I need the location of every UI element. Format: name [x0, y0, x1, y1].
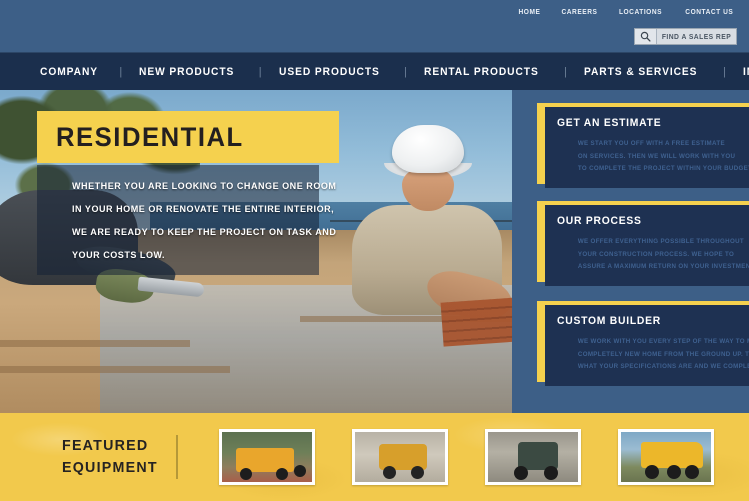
- search-icon[interactable]: [635, 29, 657, 44]
- hero-title-band: RESIDENTIAL: [37, 111, 339, 163]
- equipment-thumbnail-compact-wheel-loader[interactable]: [485, 429, 582, 485]
- brick-stack: [440, 297, 512, 347]
- nav-item-used-products[interactable]: USED PRODUCTS: [279, 66, 380, 78]
- sidebar-card-our-process[interactable]: OUR PROCESS WE OFFER EVERYTHING POSSIBLE…: [537, 201, 749, 286]
- find-sales-rep-button[interactable]: FIND A SALES REP: [661, 29, 732, 44]
- plank: [0, 340, 190, 347]
- nav-item-parts-and-services[interactable]: PARTS & SERVICES: [584, 66, 697, 78]
- top-utility-bar: HOME CAREERS LOCATIONS CONTACT US FIND A…: [0, 0, 749, 52]
- sidebar-card-custom-builder[interactable]: CUSTOM BUILDER WE WORK WITH YOU EVERY ST…: [537, 301, 749, 386]
- nav-separator: |: [119, 65, 123, 78]
- find-sales-rep-search[interactable]: FIND A SALES REP: [634, 28, 737, 45]
- utility-link-contact-us[interactable]: CONTACT US: [686, 7, 734, 16]
- compact-wheel-loader-photo: [488, 432, 579, 482]
- nav-separator: |: [403, 65, 407, 78]
- card-text-line: YOUR CONSTRUCTION PROCESS. WE HOPE TO: [577, 250, 735, 258]
- card-body: GET AN ESTIMATE WE START YOU OFF WITH A …: [545, 107, 749, 188]
- utility-nav: HOME CAREERS LOCATIONS CONTACT US: [517, 7, 737, 16]
- card-title: CUSTOM BUILDER: [557, 315, 661, 327]
- backhoe-loader-photo: [221, 432, 312, 482]
- sidebar: GET AN ESTIMATE WE START YOU OFF WITH A …: [512, 90, 749, 413]
- card-text-line: ON SERVICES. THEN WE WILL WORK WITH YOU: [577, 152, 736, 160]
- equipment-thumbnail-articulated-dump-truck[interactable]: [618, 429, 715, 485]
- worker-with-helmet: [330, 125, 512, 355]
- card-body: CUSTOM BUILDER WE WORK WITH YOU EVERY ST…: [545, 305, 749, 386]
- plank: [0, 366, 230, 373]
- card-body: OUR PROCESS WE OFFER EVERYTHING POSSIBLE…: [545, 205, 749, 286]
- equipment-thumbnail-skid-steer-loader[interactable]: [351, 429, 448, 485]
- sidebar-card-get-an-estimate[interactable]: GET AN ESTIMATE WE START YOU OFF WITH A …: [537, 103, 749, 188]
- card-text-line: WE WORK WITH YOU EVERY STEP OF THE WAY T…: [577, 338, 749, 345]
- card-text-line: COMPLETELY NEW HOME FROM THE GROUND UP. …: [577, 350, 749, 358]
- main-navigation: COMPANY | NEW PRODUCTS | USED PRODUCTS |…: [0, 52, 749, 90]
- hero-description: WHETHER YOU ARE LOOKING TO CHANGE ONE RO…: [72, 175, 337, 267]
- page-title: RESIDENTIAL: [56, 121, 244, 152]
- equipment-thumbnail-backhoe-loader[interactable]: [218, 429, 315, 485]
- articulated-dump-truck-photo: [621, 432, 712, 482]
- featured-heading-line2: EQUIPMENT: [62, 459, 158, 476]
- page-root: HOME CAREERS LOCATIONS CONTACT US FIND A…: [0, 0, 749, 501]
- nav-separator: |: [722, 65, 726, 78]
- content-area: RESIDENTIAL WHETHER YOU ARE LOOKING TO C…: [0, 90, 749, 413]
- nav-item-industries[interactable]: INDUSTRIES: [743, 66, 749, 78]
- card-text-line: WHAT YOUR SPECIFICATIONS ARE AND WE COMP…: [577, 363, 749, 370]
- white-hard-hat: [392, 125, 464, 173]
- card-text-line: WE OFFER EVERYTHING POSSIBLE THROUGHOUT: [577, 238, 745, 245]
- nav-separator: |: [258, 65, 262, 78]
- skid-steer-loader-photo: [354, 432, 445, 482]
- hero-banner: RESIDENTIAL WHETHER YOU ARE LOOKING TO C…: [0, 90, 512, 413]
- hero-description-line: WHETHER YOU ARE LOOKING TO CHANGE ONE RO…: [72, 181, 337, 192]
- card-text-line: ASSURE A MAXIMUM RETURN ON YOUR INVESTME…: [577, 263, 749, 270]
- nav-item-company[interactable]: COMPANY: [40, 66, 98, 78]
- utility-link-home[interactable]: HOME: [518, 7, 540, 16]
- card-title: GET AN ESTIMATE: [557, 117, 662, 129]
- utility-link-careers[interactable]: CAREERS: [561, 7, 597, 16]
- featured-equipment-section: FEATURED EQUIPMENT: [0, 413, 749, 501]
- featured-equipment-heading: FEATURED EQUIPMENT: [62, 435, 161, 479]
- card-text-line: TO COMPLETE THE PROJECT WITHIN YOUR BUDG…: [577, 165, 749, 172]
- hero-description-line: WE ARE READY TO KEEP THE PROJECT ON TASK…: [72, 227, 337, 238]
- hero-description-line: YOUR COSTS LOW.: [72, 250, 166, 261]
- utility-link-locations[interactable]: LOCATIONS: [619, 7, 662, 16]
- hero-description-line: IN YOUR HOME OR RENOVATE THE ENTIRE INTE…: [72, 204, 335, 215]
- nav-item-rental-products[interactable]: RENTAL PRODUCTS: [424, 66, 539, 78]
- nav-separator: |: [564, 65, 568, 78]
- nav-item-new-products[interactable]: NEW PRODUCTS: [139, 66, 234, 78]
- featured-heading-line1: FEATURED: [62, 437, 149, 454]
- card-title: OUR PROCESS: [557, 215, 642, 227]
- featured-equipment-thumbnails: [178, 429, 749, 485]
- card-text-line: WE START YOU OFF WITH A FREE ESTIMATE: [577, 140, 725, 147]
